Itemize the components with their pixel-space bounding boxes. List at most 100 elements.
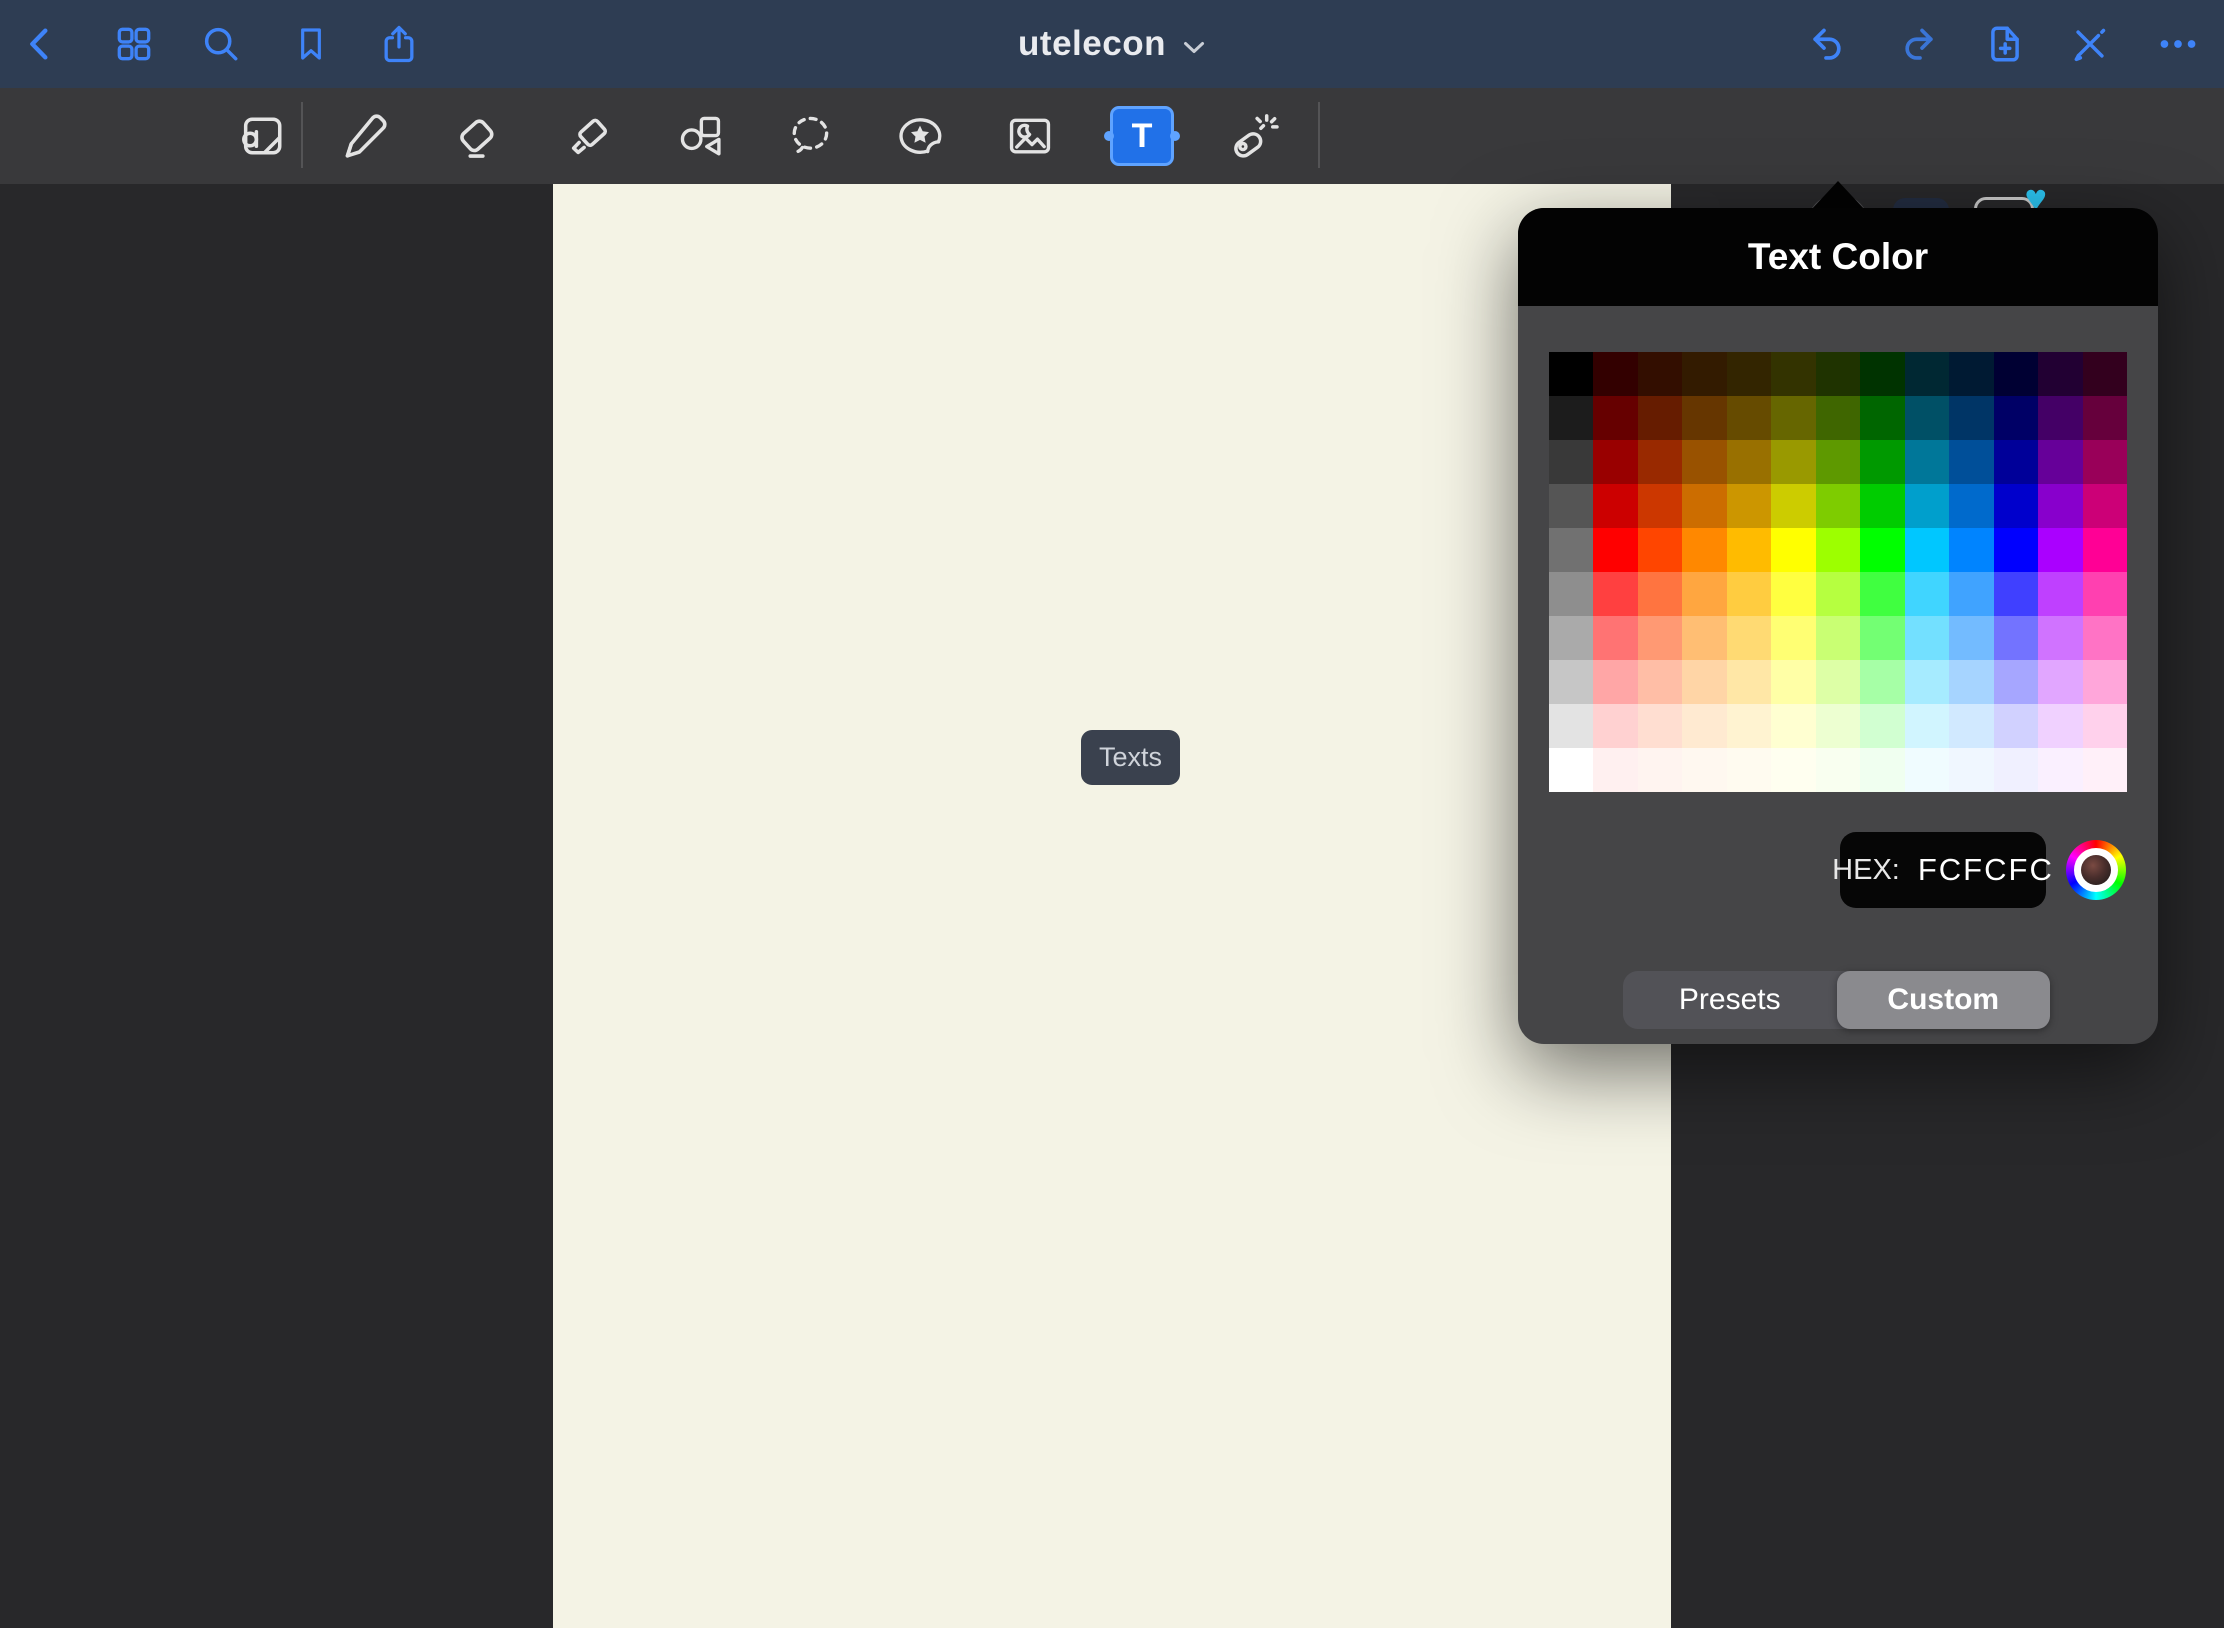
color-cell[interactable] [2038,484,2082,528]
color-cell[interactable] [2083,572,2127,616]
color-cell[interactable] [1682,572,1726,616]
color-cell[interactable] [1860,704,1904,748]
color-cell[interactable] [2038,528,2082,572]
tab-custom[interactable]: Custom [1837,971,2051,1029]
document-title-menu[interactable]: utelecon [1018,24,1206,64]
thumbnails-grid-icon[interactable] [113,23,155,65]
color-cell[interactable] [1994,748,2038,792]
color-cell[interactable] [2038,440,2082,484]
color-cell[interactable] [1549,528,1593,572]
color-cell[interactable] [1638,528,1682,572]
pen-tool-icon[interactable] [338,109,392,163]
highlighter-tool-icon[interactable] [562,109,616,163]
share-icon[interactable] [377,21,421,67]
read-mode-icon[interactable] [234,108,290,164]
text-tool-active[interactable]: T [1110,106,1174,166]
color-cell[interactable] [1816,748,1860,792]
color-cell[interactable] [1771,484,1815,528]
color-cell[interactable] [1727,704,1771,748]
color-cell[interactable] [1905,616,1949,660]
color-cell[interactable] [1682,484,1726,528]
color-cell[interactable] [1905,748,1949,792]
color-cell[interactable] [1905,484,1949,528]
color-cell[interactable] [1994,528,2038,572]
color-cell[interactable] [1860,616,1904,660]
color-cell[interactable] [1816,572,1860,616]
color-cell[interactable] [1771,528,1815,572]
color-cell[interactable] [2083,748,2127,792]
color-cell[interactable] [1860,352,1904,396]
color-cell[interactable] [2038,748,2082,792]
color-cell[interactable] [1638,616,1682,660]
color-cell[interactable] [1860,528,1904,572]
color-cell[interactable] [2083,440,2127,484]
image-tool-icon[interactable] [1003,109,1057,163]
color-cell[interactable] [1682,660,1726,704]
color-cell[interactable] [1638,704,1682,748]
color-cell[interactable] [1727,528,1771,572]
color-wheel-button[interactable] [2066,840,2126,900]
color-cell[interactable] [1994,396,2038,440]
color-cell[interactable] [1771,660,1815,704]
tab-presets[interactable]: Presets [1623,971,1837,1029]
color-cell[interactable] [2038,616,2082,660]
color-cell[interactable] [1816,704,1860,748]
shapes-tool-icon[interactable] [673,109,727,163]
color-cell[interactable] [2083,528,2127,572]
color-cell[interactable] [1593,440,1637,484]
color-cell[interactable] [1549,484,1593,528]
color-cell[interactable] [1949,484,1993,528]
color-cell[interactable] [1949,704,1993,748]
color-cell[interactable] [1771,704,1815,748]
color-cell[interactable] [1994,660,2038,704]
color-cell[interactable] [1949,528,1993,572]
color-cell[interactable] [1816,660,1860,704]
color-cell[interactable] [1727,748,1771,792]
color-cell[interactable] [1549,704,1593,748]
add-page-icon[interactable] [1983,21,2027,67]
color-cell[interactable] [1593,528,1637,572]
color-cell[interactable] [1905,396,1949,440]
color-cell[interactable] [1949,748,1993,792]
color-cell[interactable] [1727,616,1771,660]
color-cell[interactable] [1816,352,1860,396]
color-cell[interactable] [1771,396,1815,440]
color-cell[interactable] [1994,484,2038,528]
color-cell[interactable] [1994,616,2038,660]
color-cell[interactable] [1549,352,1593,396]
color-cell[interactable] [1816,396,1860,440]
color-cell[interactable] [1593,660,1637,704]
color-cell[interactable] [2038,572,2082,616]
color-cell[interactable] [1949,616,1993,660]
color-cell[interactable] [1905,572,1949,616]
search-icon[interactable] [200,23,242,65]
color-cell[interactable] [1816,484,1860,528]
color-cell[interactable] [1771,572,1815,616]
color-cell[interactable] [1638,440,1682,484]
color-cell[interactable] [1905,528,1949,572]
color-cell[interactable] [1682,704,1726,748]
color-cell[interactable] [1771,440,1815,484]
color-cell[interactable] [1727,396,1771,440]
color-cell[interactable] [2083,660,2127,704]
elements-sticker-icon[interactable] [892,109,948,163]
color-cell[interactable] [2083,484,2127,528]
color-cell[interactable] [1549,572,1593,616]
color-cell[interactable] [1949,396,1993,440]
color-cell[interactable] [2038,352,2082,396]
color-cell[interactable] [1593,616,1637,660]
color-cell[interactable] [1593,572,1637,616]
color-cell[interactable] [1727,440,1771,484]
color-cell[interactable] [1593,352,1637,396]
color-cell[interactable] [1727,660,1771,704]
color-cell[interactable] [1727,484,1771,528]
color-cell[interactable] [2038,396,2082,440]
back-icon[interactable] [21,22,61,66]
color-cell[interactable] [2083,616,2127,660]
color-cell[interactable] [1994,352,2038,396]
color-cell[interactable] [1860,396,1904,440]
color-cell[interactable] [1638,484,1682,528]
color-cell[interactable] [1638,660,1682,704]
color-cell[interactable] [1949,352,1993,396]
color-cell[interactable] [1682,352,1726,396]
